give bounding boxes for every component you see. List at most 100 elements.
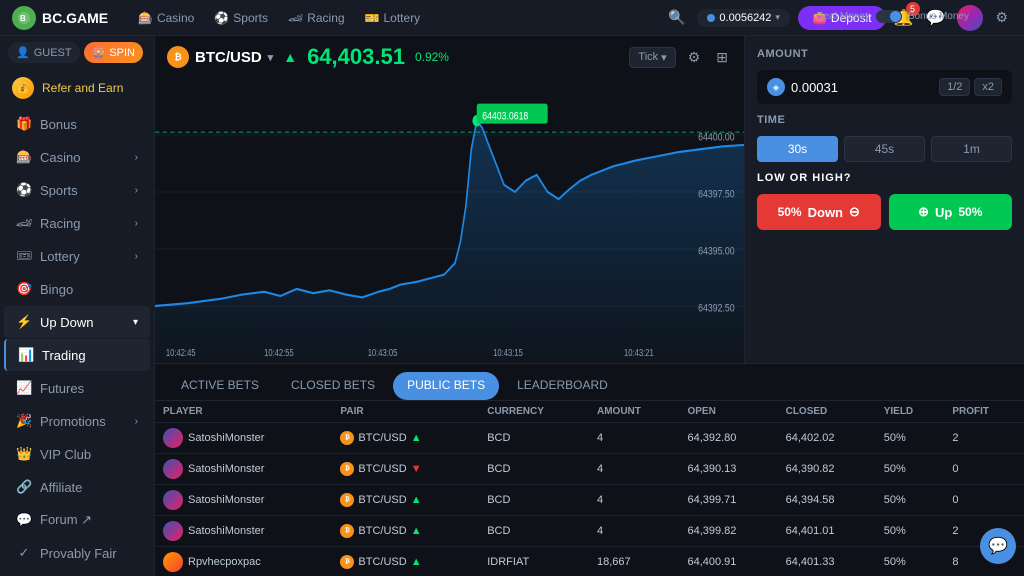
sidebar-item-refer-earn[interactable]: 💰 Refer and Earn [0, 69, 154, 107]
currency-cell: BCD [479, 454, 589, 485]
sidebar-item-bonus[interactable]: 🎁 Bonus [4, 108, 150, 140]
nav-racing-label: Racing [307, 11, 344, 25]
amount-cell: 4 [589, 516, 679, 547]
player-avatar [163, 459, 183, 479]
table-row: SatoshiMonster ₿ BTC/USD ▲ BCD 4 64,399.… [155, 516, 1024, 547]
sidebar-item-casino[interactable]: 🎰 Casino [4, 141, 150, 173]
lottery-sidebar-label: Lottery [40, 249, 80, 264]
guest-avatar-icon: 👤 [16, 46, 30, 59]
sidebar-item-forum[interactable]: 💬 Forum ↗ [4, 504, 150, 536]
table-section: ACTIVE BETS CLOSED BETS PUBLIC BETS LEAD… [155, 363, 1024, 576]
btc-price: 64,403.51 [307, 44, 405, 70]
tab-active-bets[interactable]: ACTIVE BETS [167, 372, 273, 400]
time-30s-button[interactable]: 30s [757, 136, 838, 162]
time-45s-button[interactable]: 45s [844, 136, 925, 162]
sidebar-item-lottery[interactable]: 🎟 Lottery [4, 240, 150, 272]
amount-cell: 18,667 [589, 547, 679, 576]
amount-input-row[interactable]: ◈ 0.00031 1/2 x2 [757, 70, 1012, 104]
nav-item-lottery[interactable]: 🎫 Lottery [357, 7, 429, 29]
sidebar-item-racing[interactable]: 🏎 Racing [4, 207, 150, 239]
btc-pair[interactable]: ₿ BTC/USD ▾ [167, 46, 273, 68]
pair-value: BTC/USD [358, 432, 406, 444]
amount-value: 0.00031 [791, 80, 933, 95]
racing-icon: 🏎 [288, 11, 303, 25]
tab-public-bets[interactable]: PUBLIC BETS [393, 372, 499, 400]
up-icon: ⊕ [918, 204, 929, 220]
pair-btc-icon: ₿ [340, 431, 354, 445]
racing-arrow-icon [135, 218, 138, 229]
forum-icon: 💬 [16, 512, 32, 528]
spin-button[interactable]: 🎡 SPIN [84, 42, 143, 63]
low-high-label: LOW OR HIGH? [757, 172, 1012, 184]
sidebar-item-sports[interactable]: ⚽ Sports [4, 174, 150, 206]
affiliate-icon: 🔗 [16, 479, 32, 495]
sports-sidebar-label: Sports [40, 183, 78, 198]
chart-settings-icon[interactable]: ⚙ [684, 47, 705, 68]
casino-icon: 🎰 [138, 11, 153, 25]
player-avatar [163, 490, 183, 510]
nav-item-racing[interactable]: 🏎 Racing [280, 7, 353, 29]
svg-text:64397.50: 64397.50 [698, 189, 735, 201]
sidebar-item-bingo[interactable]: 🎯 Bingo [4, 273, 150, 305]
closed-cell: 64,390.82 [778, 454, 876, 485]
pair-value: BTC/USD [358, 556, 406, 568]
sidebar-item-vip[interactable]: 👑 VIP Club [4, 438, 150, 470]
tick-button[interactable]: Tick ▾ [629, 47, 675, 68]
svg-text:10:43:21: 10:43:21 [624, 347, 654, 358]
table-row: SatoshiMonster ₿ BTC/USD ▲ BCD 4 64,392.… [155, 423, 1024, 454]
search-icon[interactable]: 🔍 [664, 7, 689, 28]
chart-fullscreen-icon[interactable]: ⊞ [712, 47, 732, 68]
guest-button[interactable]: 👤 GUEST [8, 42, 80, 63]
col-amount: AMOUNT [589, 401, 679, 423]
tab-closed-bets[interactable]: CLOSED BETS [277, 372, 389, 400]
settings-icon[interactable]: ⚙ [991, 7, 1012, 28]
chat-float-button[interactable]: 💬 [980, 528, 1016, 564]
sports-sidebar-icon: ⚽ [16, 182, 32, 198]
money-toggle: Real Money Bonus Money [816, 10, 969, 23]
nav-sports-label: Sports [233, 11, 268, 25]
content-area: ₿ BTC/USD ▾ ▲ 64,403.51 0.92% Tick ▾ ⚙ ⊞ [155, 36, 1024, 576]
yield-cell: 50% [876, 485, 945, 516]
closed-cell: 64,401.33 [778, 547, 876, 576]
sidebar-item-updown[interactable]: ⚡ Up Down [4, 306, 150, 338]
nav-item-casino[interactable]: 🎰 Casino [130, 7, 202, 29]
yield-cell: 50% [876, 547, 945, 576]
closed-cell: 64,401.01 [778, 516, 876, 547]
nav-item-sports[interactable]: ⚽ Sports [206, 7, 276, 29]
double-button[interactable]: x2 [974, 78, 1002, 96]
pair-value: BTC/USD [358, 463, 406, 475]
svg-text:B: B [20, 14, 26, 23]
profit-cell: 2 [944, 423, 1024, 454]
open-cell: 64,399.82 [679, 516, 777, 547]
yield-cell: 50% [876, 423, 945, 454]
affiliate-label: Affiliate [40, 480, 82, 495]
sports-icon: ⚽ [214, 11, 229, 25]
col-closed: CLOSED [778, 401, 876, 423]
sidebar-item-provably-fair[interactable]: ✓ Provably Fair [4, 537, 150, 569]
up-bet-button[interactable]: ⊕ Up 50% [889, 194, 1013, 230]
updown-label: Up Down [40, 315, 93, 330]
time-1m-button[interactable]: 1m [931, 136, 1012, 162]
col-pair: PAIR [332, 401, 479, 423]
pair-btc-icon: ₿ [340, 462, 354, 476]
bingo-label: Bingo [40, 282, 73, 297]
sidebar-item-affiliate[interactable]: 🔗 Affiliate [4, 471, 150, 503]
bets-table-container[interactable]: PLAYER PAIR CURRENCY AMOUNT OPEN CLOSED … [155, 401, 1024, 576]
logo[interactable]: B BC.GAME [12, 6, 122, 30]
down-bet-button[interactable]: 50% Down ⊖ [757, 194, 881, 230]
half-button[interactable]: 1/2 [939, 78, 970, 96]
direction-up-icon: ▲ [411, 432, 422, 444]
direction-up-icon: ▲ [411, 556, 422, 568]
sidebar-item-trading[interactable]: 📊 Trading [4, 339, 150, 371]
tab-leaderboard[interactable]: LEADERBOARD [503, 372, 622, 400]
sidebar-item-futures[interactable]: 📈 Futures [4, 372, 150, 404]
balance-display[interactable]: 0.0056242 ▾ [697, 9, 790, 27]
racing-sidebar-icon: 🏎 [16, 215, 32, 231]
sports-arrow-icon [135, 185, 138, 196]
col-open: OPEN [679, 401, 777, 423]
tab-bar: ACTIVE BETS CLOSED BETS PUBLIC BETS LEAD… [155, 364, 1024, 401]
up-pct: 50% [958, 205, 982, 219]
price-change: 0.92% [415, 50, 449, 64]
player-avatar [163, 521, 183, 541]
sidebar-item-promotions[interactable]: 🎉 Promotions [4, 405, 150, 437]
